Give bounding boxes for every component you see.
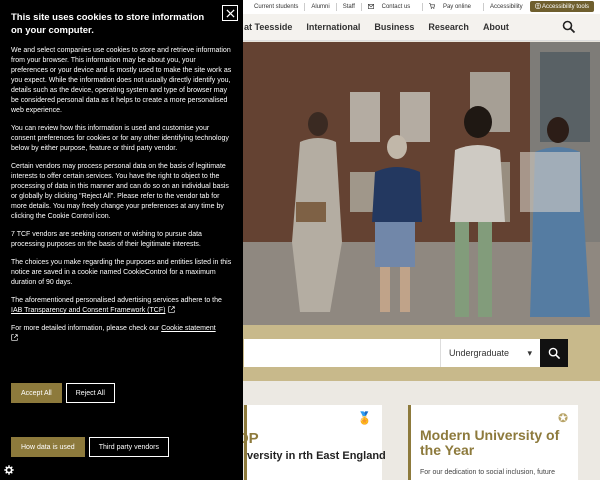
reject-all-button[interactable]: Reject All xyxy=(65,383,115,403)
accessibility-tools-button[interactable]: Accessibility tools xyxy=(529,1,594,12)
course-search-button[interactable] xyxy=(540,339,568,367)
close-button[interactable] xyxy=(222,5,238,21)
utility-link-staff[interactable]: Staff xyxy=(337,3,362,11)
nav-item-international[interactable]: International xyxy=(306,22,360,32)
cookie-panel-body: We and select companies use cookies to s… xyxy=(11,46,233,352)
cookie-control-gear-icon[interactable] xyxy=(4,465,14,475)
study-level-value: Undergraduate xyxy=(449,348,510,358)
cookie-paragraph: The choices you make regarding the purpo… xyxy=(11,259,232,286)
utility-link-pay[interactable]: Pay online xyxy=(423,3,484,11)
cookie-tabs: How data is used Third party vendors xyxy=(11,437,170,457)
cookie-paragraph: Certain vendors may process personal dat… xyxy=(11,163,229,220)
award-card-title: Modern University of the Year xyxy=(420,427,560,458)
utility-link-current-students[interactable]: Current students xyxy=(248,3,306,11)
cookie-paragraph: We and select companies use cookies to s… xyxy=(11,47,232,114)
award-card-modern-university[interactable]: ✪ Modern University of the Year For our … xyxy=(408,405,578,480)
award-card-text: versity in rth East England xyxy=(247,450,386,462)
utility-link-pay-label: Pay online xyxy=(442,4,471,10)
utility-links: Current students Alumni Staff Contact us… xyxy=(248,3,529,11)
cookie-paragraph-statement: For more detailed information, please ch… xyxy=(11,324,233,344)
close-icon xyxy=(225,8,235,18)
cookie-paragraph: 7 TCF vendors are seeking consent or wis… xyxy=(11,231,202,248)
course-search-input[interactable] xyxy=(244,339,440,367)
utility-link-accessibility[interactable]: Accessibility xyxy=(484,3,529,11)
cookie-paragraph-tcf: The aforementioned personalised advertis… xyxy=(11,296,233,316)
utility-link-contact-label: Contact us xyxy=(381,4,411,10)
caret-down-icon: ▾ xyxy=(527,348,532,358)
search-icon xyxy=(548,347,560,359)
award-card-text: For our dedication to social inclusion, … xyxy=(420,469,556,476)
tab-how-data-is-used[interactable]: How data is used xyxy=(11,437,85,457)
tab-third-party-vendors[interactable]: Third party vendors xyxy=(88,437,170,457)
cookie-paragraph: You can review how this information is u… xyxy=(11,125,229,152)
cookie-statement-link[interactable]: Cookie statement xyxy=(161,325,215,332)
search-icon[interactable] xyxy=(562,20,576,34)
cart-icon xyxy=(429,3,436,9)
nav-items: at Teesside International Business Resea… xyxy=(244,22,509,32)
accessibility-icon xyxy=(534,3,541,9)
tcf-link[interactable]: IAB Transparency and Consent Framework (… xyxy=(11,307,165,314)
study-level-select[interactable]: Undergraduate ▾ xyxy=(440,339,540,367)
external-link-icon xyxy=(168,306,176,313)
nav-item-business[interactable]: Business xyxy=(374,22,414,32)
cookie-panel-title: This site uses cookies to store informat… xyxy=(11,12,205,36)
utility-link-alumni[interactable]: Alumni xyxy=(305,3,337,11)
accept-all-button[interactable]: Accept All xyxy=(11,383,62,403)
award-rosette-icon: ✪ xyxy=(557,411,568,425)
nav-item-about[interactable]: About xyxy=(483,22,509,32)
award-medal-icon: 🏅 xyxy=(357,411,372,425)
utility-link-contact[interactable]: Contact us xyxy=(362,3,424,11)
award-card[interactable]: 🏅 OP versity in rth East England xyxy=(237,405,386,480)
external-link-icon xyxy=(11,334,18,341)
nav-item-study[interactable]: at Teesside xyxy=(244,22,292,32)
tcf-prefix: The aforementioned personalised advertis… xyxy=(11,297,222,304)
envelope-icon xyxy=(367,4,374,9)
nav-item-research[interactable]: Research xyxy=(428,22,469,32)
consent-buttons: Accept All Reject All xyxy=(11,383,115,403)
cookie-consent-panel: This site uses cookies to store informat… xyxy=(0,0,243,480)
accessibility-tools-label: Accessibility tools xyxy=(541,4,589,10)
statement-prefix: For more detailed information, please ch… xyxy=(11,325,162,332)
